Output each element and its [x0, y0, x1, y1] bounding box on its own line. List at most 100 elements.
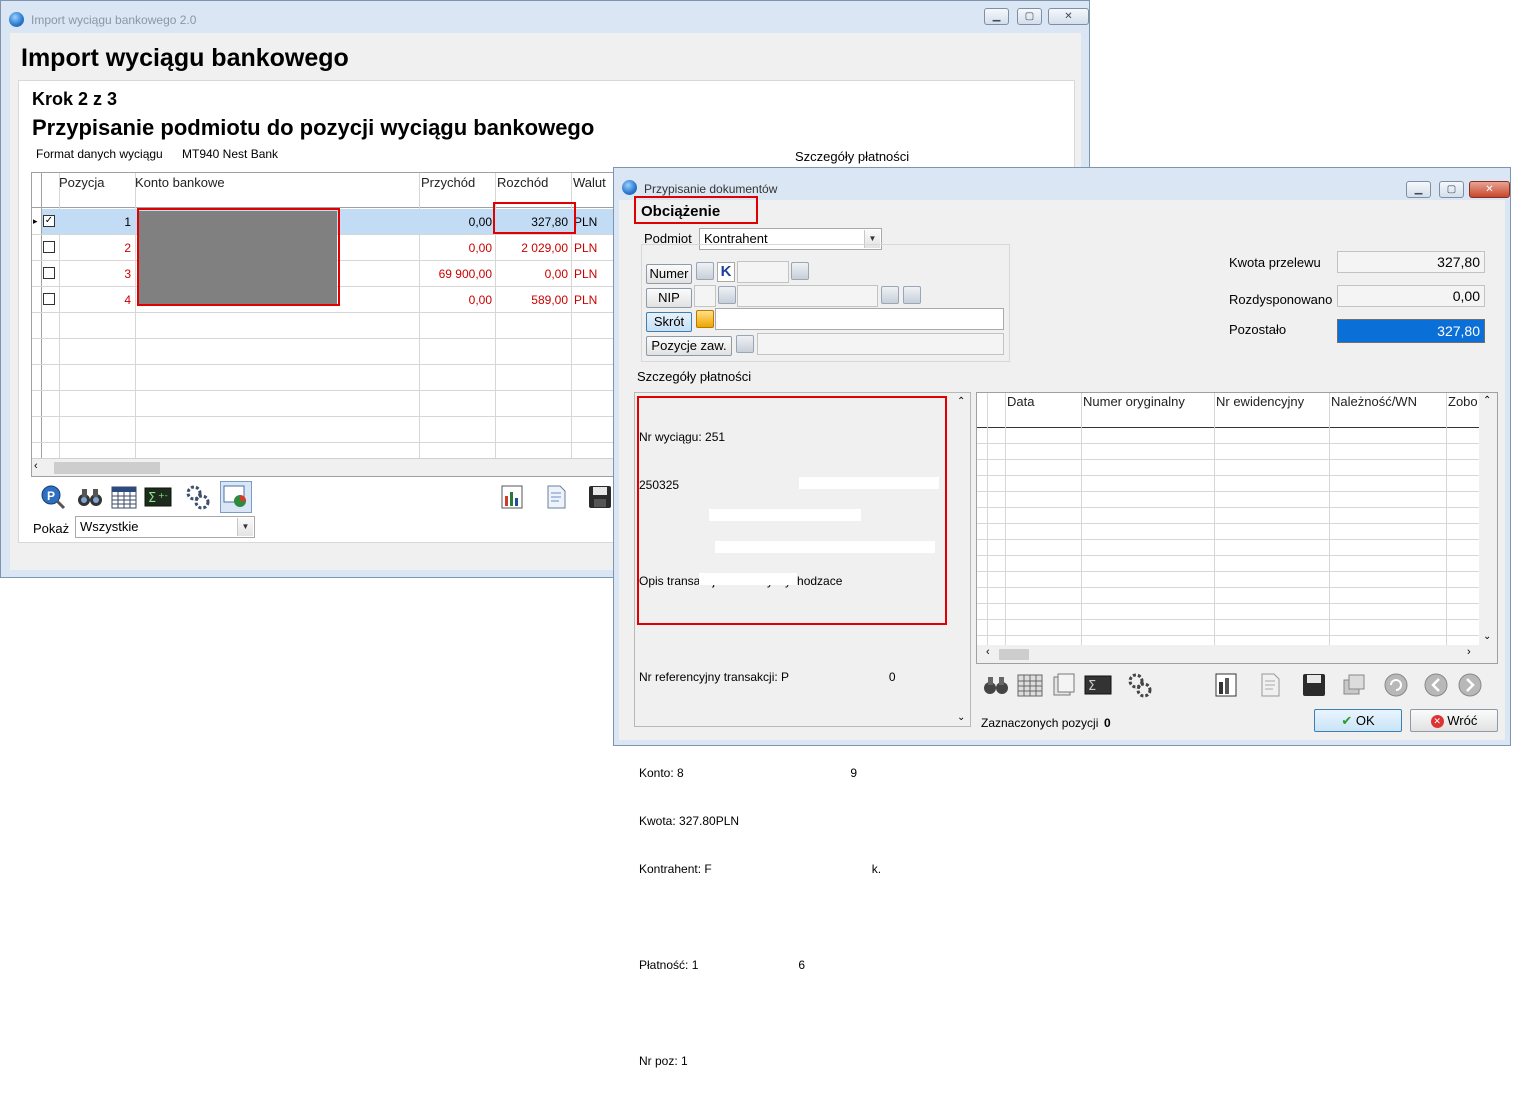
row-checkbox[interactable] [43, 241, 55, 253]
scroll-thumb[interactable] [999, 649, 1029, 660]
scroll-left-icon[interactable]: ‹ [986, 646, 990, 658]
row-checkbox[interactable] [43, 267, 55, 279]
col-header-numer-oryginalny[interactable]: Numer oryginalny [1083, 394, 1185, 409]
binoculars-icon[interactable] [76, 483, 104, 511]
close-button[interactable]: ✕ [1469, 181, 1510, 198]
dialog-titlebar[interactable]: Przypisanie dokumentów ▁ ▢ ✕ [614, 168, 1510, 198]
maximize-button[interactable]: ▢ [1017, 8, 1042, 25]
pozycje-zaw-field[interactable] [757, 333, 1004, 355]
nip-field[interactable] [737, 285, 878, 307]
minimize-button[interactable]: ▁ [1406, 181, 1431, 198]
globe-icon[interactable] [881, 286, 899, 304]
scroll-left-icon[interactable]: ‹ [34, 460, 38, 472]
lookup-icon[interactable] [791, 262, 809, 280]
details-line: Kwota: 327.80PLN [639, 814, 740, 828]
cell-rozchod: 0,00 [544, 267, 568, 281]
list-icon[interactable] [736, 335, 754, 353]
refresh-icon[interactable] [1382, 671, 1410, 699]
details-line: Nr referencyjny transakcji: P 0 [639, 670, 896, 684]
sigma-calc-icon[interactable]: Σ +- [144, 483, 172, 511]
col-header-nr-ewidencyjny[interactable]: Nr ewidencyjny [1216, 394, 1304, 409]
col-header-przychod[interactable]: Przychód [421, 175, 475, 190]
details-line [639, 909, 944, 925]
numer-field[interactable] [737, 261, 789, 283]
report-icon[interactable] [498, 483, 526, 511]
col-header-data[interactable]: Data [1007, 394, 1034, 409]
window-title: Import wyciągu bankowego 2.0 [31, 13, 197, 27]
list-icon[interactable] [696, 262, 714, 280]
ok-label: OK [1355, 713, 1375, 728]
show-filter-select[interactable]: Wszystkie ▼ [75, 516, 255, 538]
cell-przychod: 0,00 [468, 241, 492, 255]
row-indicator-icon: ▸ [33, 216, 38, 226]
details-label: Szczegóły płatności [637, 369, 752, 384]
col-header-naleznosc[interactable]: Należność/WN [1331, 394, 1417, 409]
close-button[interactable]: ✕ [1048, 8, 1089, 25]
skrot-field[interactable] [715, 308, 1004, 330]
prev-icon[interactable] [1422, 671, 1450, 699]
col-header-rozchod[interactable]: Rozchód [497, 175, 548, 190]
grid-table-icon[interactable] [110, 483, 138, 511]
numer-button[interactable]: Numer [646, 264, 692, 284]
chart-window-icon[interactable] [220, 481, 252, 513]
scroll-right-icon[interactable]: › [1467, 646, 1471, 658]
col-header-konto[interactable]: Konto bankowe [135, 175, 225, 190]
chevron-down-icon[interactable]: ▼ [237, 518, 253, 536]
main-titlebar[interactable]: Import wyciągu bankowego 2.0 ▁ ▢ ✕ [1, 1, 1089, 29]
binoculars-icon[interactable] [982, 671, 1010, 699]
minimize-button[interactable]: ▁ [984, 8, 1009, 25]
ok-button[interactable]: ✔ OK [1314, 709, 1402, 732]
highlight-details [637, 396, 947, 625]
row-checkbox[interactable] [43, 293, 55, 305]
highlight-accounts [137, 208, 340, 306]
back-button[interactable]: ✕ Wróć [1410, 709, 1498, 732]
details-line [639, 1005, 944, 1021]
nip-button[interactable]: NIP [646, 288, 692, 308]
step-label: Krok 2 z 3 [32, 89, 118, 109]
next-icon[interactable] [1456, 671, 1484, 699]
scroll-down-icon[interactable]: ⌄ [1483, 631, 1491, 642]
col-header-waluta[interactable]: Walut [573, 175, 606, 190]
scroll-thumb[interactable] [54, 462, 160, 474]
grid-table-icon[interactable] [1016, 671, 1044, 699]
section-title: Przypisanie podmiotu do pozycji wyciągu … [32, 115, 595, 140]
report-icon[interactable] [1212, 671, 1240, 699]
rozdysponowano-label: Rozdysponowano [1229, 292, 1333, 307]
skrot-button[interactable]: Skrót [646, 312, 692, 332]
check-icon: ✔ [1341, 713, 1353, 728]
gears-icon[interactable] [184, 483, 212, 511]
cell-waluta: PLN [574, 241, 598, 255]
app-logo-icon [9, 12, 24, 27]
k-marker-icon[interactable]: K [717, 262, 735, 282]
details-line: Kontrahent: F k. [639, 862, 882, 876]
scroll-down-icon[interactable]: ⌄ [957, 712, 965, 723]
col-header-zobo[interactable]: Zobo [1448, 394, 1478, 409]
document-icon[interactable] [1256, 671, 1284, 699]
cell-pozycja: 4 [124, 293, 131, 307]
contact-icon[interactable] [696, 310, 714, 328]
nip-prefix-field[interactable] [694, 285, 716, 307]
save-icon[interactable] [586, 483, 614, 511]
search-p-icon[interactable]: P [39, 483, 67, 511]
scroll-up-icon[interactable]: ⌃ [1483, 395, 1491, 406]
sigma-calc-icon[interactable]: Σ [1084, 671, 1112, 699]
cell-waluta: PLN [574, 267, 598, 281]
row-checkbox[interactable]: ✓ [43, 215, 55, 227]
kwota-value: 327,80 [1437, 254, 1480, 270]
back-label: Wróć [1447, 713, 1478, 728]
gears-icon[interactable] [1126, 671, 1154, 699]
document-icon[interactable] [542, 483, 570, 511]
documents-icon[interactable] [1050, 671, 1078, 699]
check-icon[interactable] [903, 286, 921, 304]
docs-horizontal-scrollbar[interactable]: ‹ › [977, 646, 1479, 663]
scroll-up-icon[interactable]: ⌃ [957, 396, 965, 407]
list-icon[interactable] [718, 286, 736, 304]
cell-waluta: PLN [574, 215, 598, 229]
col-header-pozycja[interactable]: Pozycja [59, 175, 105, 190]
documents-grid[interactable]: Data Numer oryginalny Nr ewidencyjny Nal… [976, 392, 1498, 664]
maximize-button[interactable]: ▢ [1439, 181, 1464, 198]
pozycje-zaw-button[interactable]: Pozycje zaw. [646, 336, 732, 356]
copy-icon[interactable] [1340, 671, 1368, 699]
details-scrollbar[interactable]: ⌃ ⌄ [953, 393, 970, 726]
save-icon[interactable] [1300, 671, 1328, 699]
